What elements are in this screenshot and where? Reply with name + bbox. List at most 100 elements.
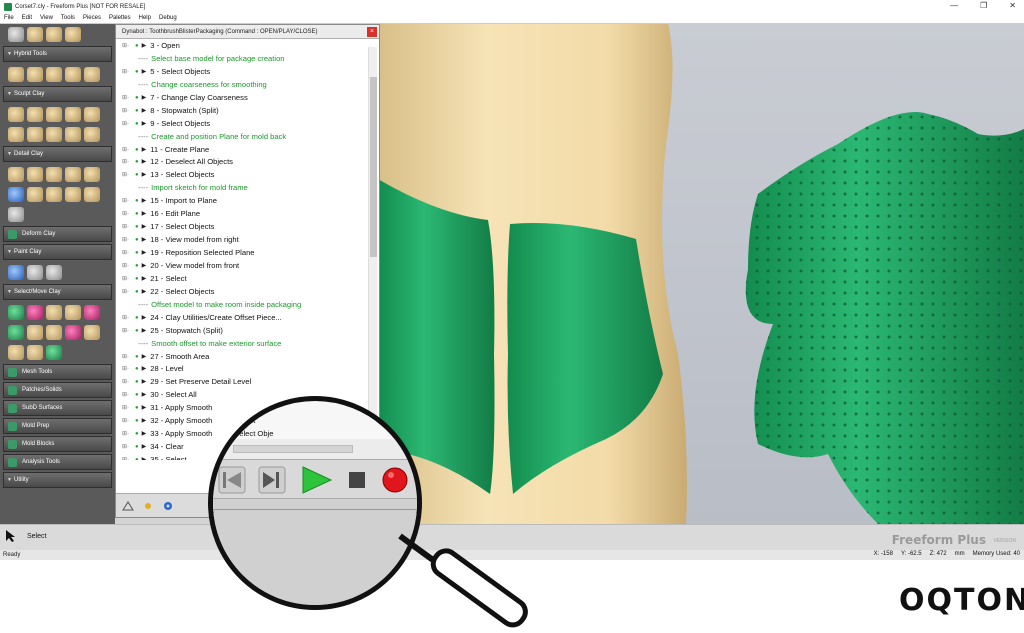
3d-viewport[interactable] — [378, 24, 1024, 524]
enabled-dot-icon[interactable]: ● — [135, 118, 139, 131]
tool-icon[interactable] — [46, 324, 62, 340]
expand-icon[interactable]: ⊞· — [122, 195, 135, 208]
enabled-dot-icon[interactable]: ● — [135, 286, 139, 299]
tool-icon[interactable] — [46, 26, 62, 42]
menu-edit[interactable]: Edit — [22, 15, 32, 21]
dynabot-comment-row[interactable]: ---- Create and position Plane for mold b… — [122, 131, 368, 144]
palette-section-detail-clay[interactable]: ▼ Detail Clay — [3, 146, 112, 162]
tool-icon[interactable] — [8, 66, 24, 82]
tool-icon[interactable] — [84, 126, 100, 142]
tool-icon[interactable] — [27, 126, 43, 142]
tool-icon[interactable] — [8, 324, 24, 340]
expand-icon[interactable]: ⊞· — [122, 156, 135, 169]
dynabot-comment-row[interactable]: ---- Import sketch for mold frame — [122, 182, 368, 195]
scrollbar-thumb[interactable] — [370, 77, 377, 257]
enabled-dot-icon[interactable]: ● — [135, 402, 139, 415]
enabled-dot-icon[interactable]: ● — [135, 312, 139, 325]
tool-icon[interactable] — [27, 344, 43, 360]
enabled-dot-icon[interactable]: ● — [135, 454, 139, 460]
expand-icon[interactable]: ⊞· — [122, 260, 135, 273]
tool-icon[interactable] — [27, 264, 43, 280]
tool-icon[interactable] — [27, 166, 43, 182]
expand-icon[interactable]: ⊞· — [122, 441, 135, 454]
expand-icon[interactable]: ⊞· — [122, 234, 135, 247]
enabled-dot-icon[interactable]: ● — [135, 325, 139, 338]
palette-section-patches-solids[interactable]: Patches/Solids — [3, 382, 112, 398]
palette-section-mesh-tools[interactable]: Mesh Tools — [3, 364, 112, 380]
minimize-button[interactable]: — — [950, 1, 958, 10]
tool-icon[interactable] — [8, 344, 24, 360]
dynabot-step-row[interactable]: ⊞· ● ▶ 19 - Reposition Selected Plane — [122, 247, 368, 260]
tool-icon[interactable] — [8, 166, 24, 182]
enabled-dot-icon[interactable]: ● — [135, 415, 139, 428]
maximize-button[interactable]: ❐ — [980, 1, 987, 10]
expand-icon[interactable]: ⊞· — [122, 363, 135, 376]
enabled-dot-icon[interactable]: ● — [135, 273, 139, 286]
palette-section-paint-clay[interactable]: ▼ Paint Clay — [3, 244, 112, 260]
tool-icon[interactable] — [84, 106, 100, 122]
enabled-dot-icon[interactable]: ● — [135, 221, 139, 234]
expand-icon[interactable]: ⊞· — [122, 376, 135, 389]
enabled-dot-icon[interactable]: ● — [135, 363, 139, 376]
expand-icon[interactable]: ⊞· — [122, 105, 135, 118]
tool-icon[interactable] — [8, 186, 24, 202]
close-window-button[interactable]: ✕ — [1009, 1, 1016, 10]
palette-section-utility[interactable]: ▼ Utility — [3, 472, 112, 488]
enabled-dot-icon[interactable]: ● — [135, 441, 139, 454]
dynabot-step-row[interactable]: ⊞· ● ▶ 20 - View model from front — [122, 260, 368, 273]
dynabot-step-row[interactable]: ⊞· ● ▶ 3 - Open — [122, 40, 368, 53]
dynabot-comment-row[interactable]: ---- Smooth offset to make exterior surfa… — [122, 338, 368, 351]
palette-section-sculpt-clay[interactable]: ▼ Sculpt Clay — [3, 86, 112, 102]
palette-section-select-move-clay[interactable]: ▼ Select/Move Clay — [3, 284, 112, 300]
palette-section-mold-prep[interactable]: Mold Prep — [3, 418, 112, 434]
step-back-button[interactable] — [218, 466, 246, 494]
tool-icon[interactable] — [27, 26, 43, 42]
tool-icon[interactable] — [8, 206, 24, 222]
enabled-dot-icon[interactable]: ● — [135, 428, 139, 441]
menu-pieces[interactable]: Pieces — [83, 15, 101, 21]
tool-icon[interactable] — [84, 304, 100, 320]
dynabot-step-row[interactable]: ⊞· ● ▶ 21 - Select — [122, 273, 368, 286]
expand-icon[interactable]: ⊞· — [122, 428, 135, 441]
tool-icon[interactable] — [46, 344, 62, 360]
tool-icon[interactable] — [84, 66, 100, 82]
dynabot-step-row[interactable]: ⊞· ● ▶ 7 - Change Clay Coarseness — [122, 92, 368, 105]
enabled-dot-icon[interactable]: ● — [135, 105, 139, 118]
expand-icon[interactable]: ⊞· — [122, 208, 135, 221]
palette-section-hybrid-tools[interactable]: ▼ Hybrid Tools — [3, 46, 112, 62]
tool-icon[interactable] — [84, 186, 100, 202]
tool-icon[interactable] — [65, 66, 81, 82]
enabled-dot-icon[interactable]: ● — [135, 351, 139, 364]
expand-icon[interactable]: ⊞· — [122, 66, 135, 79]
step-forward-button[interactable] — [258, 466, 286, 494]
enabled-dot-icon[interactable]: ● — [135, 260, 139, 273]
expand-icon[interactable]: ⊞· — [122, 389, 135, 402]
dynabot-comment-row[interactable]: ---- Select base model for package creati… — [122, 53, 368, 66]
enabled-dot-icon[interactable]: ● — [135, 195, 139, 208]
tool-icon[interactable] — [65, 186, 81, 202]
palette-section-mold-blocks[interactable]: Mold Blocks — [3, 436, 112, 452]
expand-icon[interactable]: ⊞· — [122, 40, 135, 53]
expand-icon[interactable]: ⊞· — [122, 325, 135, 338]
tool-icon[interactable] — [65, 324, 81, 340]
tool-icon[interactable] — [46, 66, 62, 82]
expand-icon[interactable]: ⊞· — [122, 454, 135, 460]
expand-icon[interactable]: ⊞· — [122, 273, 135, 286]
expand-icon[interactable]: ⊞· — [122, 415, 135, 428]
menu-view[interactable]: View — [40, 15, 53, 21]
menu-debug[interactable]: Debug — [159, 15, 177, 21]
menu-tools[interactable]: Tools — [61, 15, 75, 21]
enabled-dot-icon[interactable]: ● — [135, 169, 139, 182]
tool-icon[interactable] — [8, 26, 24, 42]
dynabot-step-row[interactable]: ⊞· ● ▶ 16 - Edit Plane — [122, 208, 368, 221]
expand-icon[interactable]: ⊞· — [122, 169, 135, 182]
stop-button[interactable] — [349, 472, 365, 488]
dynabot-step-row[interactable]: ⊞· ● ▶ 11 - Create Plane — [122, 144, 368, 157]
dynabot-step-row[interactable]: ⊞· ● ▶ 28 - Level — [122, 363, 368, 376]
play-button[interactable] — [302, 466, 333, 494]
dynabot-step-row[interactable]: ⊞· ● ▶ 12 - Deselect All Objects — [122, 156, 368, 169]
tool-icon[interactable] — [46, 166, 62, 182]
dynabot-step-row[interactable]: ⊞· ● ▶ 29 - Set Preserve Detail Level — [122, 376, 368, 389]
expand-icon[interactable]: ⊞· — [122, 402, 135, 415]
tool-icon[interactable] — [84, 324, 100, 340]
